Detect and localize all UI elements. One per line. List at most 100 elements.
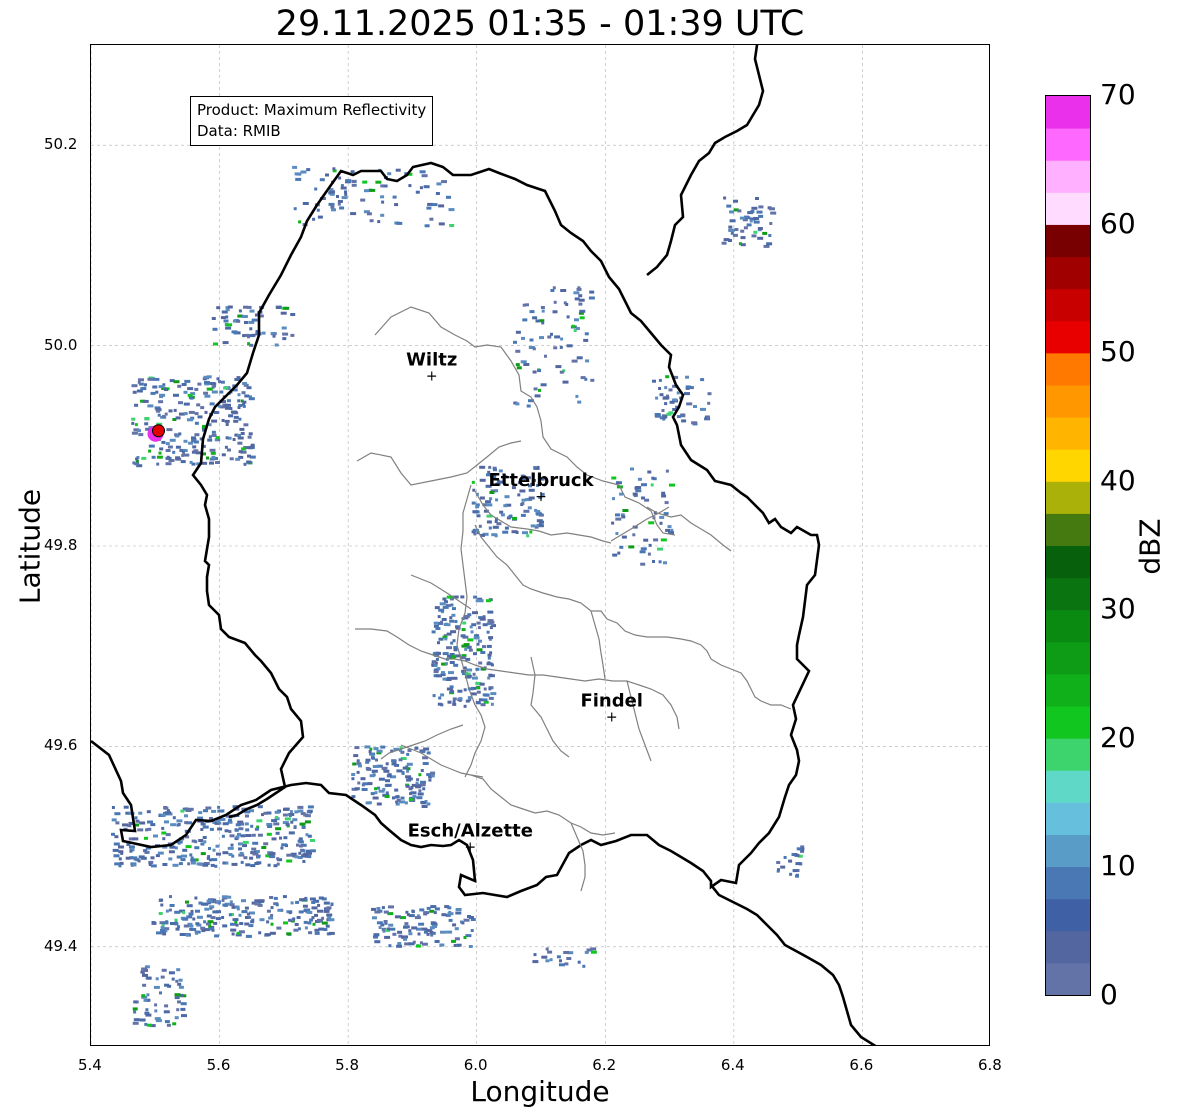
echo-pixel	[203, 809, 208, 813]
echo-pixel	[249, 856, 254, 860]
echo-pixel	[360, 777, 366, 781]
echo-pixel	[394, 203, 399, 207]
echo-pixel	[437, 615, 441, 619]
echo-pixel	[244, 822, 249, 826]
echo-pixel	[236, 907, 240, 911]
echo-pixel	[204, 381, 210, 384]
echo-pixel	[385, 791, 389, 795]
echo-pixel	[273, 822, 280, 826]
echo-pixel	[486, 630, 490, 634]
colorbar-segment	[1046, 738, 1090, 771]
echo-pixel	[314, 928, 320, 932]
colorbar-tick-label: 40	[1100, 463, 1136, 497]
echo-pixel	[470, 630, 474, 634]
echo-pixel	[112, 848, 119, 852]
echo-pixel	[245, 814, 249, 818]
echo-pixel	[577, 960, 581, 964]
echo-pixel	[537, 369, 542, 373]
echo-pixel	[200, 406, 205, 410]
echo-pixel	[177, 384, 182, 388]
echo-pixel	[235, 923, 239, 927]
echo-pixel	[533, 953, 537, 957]
echo-pixel	[458, 697, 463, 701]
echo-pixel	[553, 300, 557, 304]
colorbar-tick-label: 20	[1100, 720, 1136, 754]
echo-pixel	[230, 410, 237, 414]
echo-pixel	[165, 833, 171, 837]
echo-pixel	[328, 202, 335, 206]
echo-pixel	[381, 906, 385, 910]
echo-pixel	[515, 330, 521, 334]
echo-pixel	[303, 920, 308, 924]
echo-pixel	[375, 758, 378, 762]
echo-pixel	[192, 917, 196, 921]
echo-pixel	[225, 423, 229, 426]
echo-pixel	[451, 939, 456, 943]
echo-pixel	[162, 932, 167, 936]
x-tick-label: 6.4	[720, 1056, 745, 1074]
echo-pixel	[133, 1000, 138, 1004]
echo-pixel	[176, 1008, 180, 1012]
echo-pixel	[354, 746, 360, 750]
echo-pixel	[282, 895, 287, 899]
x-tick-label: 5.4	[78, 1056, 102, 1074]
echo-pixel	[195, 931, 199, 935]
echo-pixel	[327, 916, 332, 920]
echo-pixel	[472, 611, 478, 615]
echo-pixel	[306, 168, 311, 172]
echo-pixel	[178, 978, 183, 982]
echo-pixel	[376, 907, 381, 910]
echo-pixel	[449, 616, 453, 620]
echo-pixel	[385, 779, 390, 783]
colorbar-segment	[1046, 320, 1090, 354]
radar-map[interactable]: +Wiltz+Ettelbruck+Findel+Esch/Alzette	[91, 45, 990, 1046]
echo-pixel	[186, 904, 193, 908]
echo-pixel	[401, 771, 405, 775]
city-marker-icon: +	[606, 709, 618, 725]
echo-pixel	[423, 747, 430, 751]
echo-pixel	[389, 927, 396, 931]
echo-pixel	[776, 869, 780, 873]
echo-pixel	[184, 814, 188, 818]
echo-pixel	[431, 203, 438, 207]
colorbar-segment	[1046, 962, 1090, 995]
colorbar-segment	[1046, 609, 1090, 643]
echo-pixel	[380, 213, 385, 217]
echo-pixel	[617, 551, 621, 555]
echo-pixel	[380, 195, 385, 199]
echo-pixel	[440, 620, 443, 624]
echo-pixel	[301, 849, 306, 853]
echo-pixel	[247, 435, 252, 439]
echo-pixel	[245, 834, 252, 837]
echo-pixel	[183, 439, 188, 443]
echo-pixel	[442, 605, 449, 609]
echo-pixel	[317, 215, 323, 219]
echo-pixel	[517, 493, 521, 497]
echo-pixel	[437, 651, 441, 655]
echo-pixel	[339, 206, 345, 210]
echo-pixel	[244, 394, 250, 398]
colorbar-segment	[1046, 192, 1090, 225]
echo-pixel	[225, 861, 229, 865]
echo-pixel	[228, 830, 232, 833]
echo-pixel	[166, 809, 170, 813]
echo-pixel	[488, 526, 492, 530]
echo-pixel	[172, 863, 179, 867]
map-area[interactable]: + Wiltz + Ettelbruck + Findel + Esch/Alzette Pr…	[90, 44, 990, 1046]
echo-pixel	[150, 391, 156, 395]
colorbar-segment	[1046, 256, 1090, 290]
echo-pixel	[382, 787, 386, 791]
echo-pixel	[282, 337, 287, 341]
echo-pixel	[162, 837, 166, 841]
echo-pixel	[183, 390, 188, 394]
echo-pixel	[212, 910, 219, 914]
echo-pixel	[248, 924, 254, 928]
echo-pixel	[275, 815, 279, 819]
echo-pixel	[181, 383, 187, 386]
echo-pixel	[726, 204, 732, 208]
echo-pixel	[215, 917, 221, 921]
echo-pixel	[523, 363, 530, 366]
echo-pixel	[424, 224, 430, 228]
echo-pixel	[241, 391, 246, 395]
y-axis-label: Latitude	[13, 488, 47, 605]
